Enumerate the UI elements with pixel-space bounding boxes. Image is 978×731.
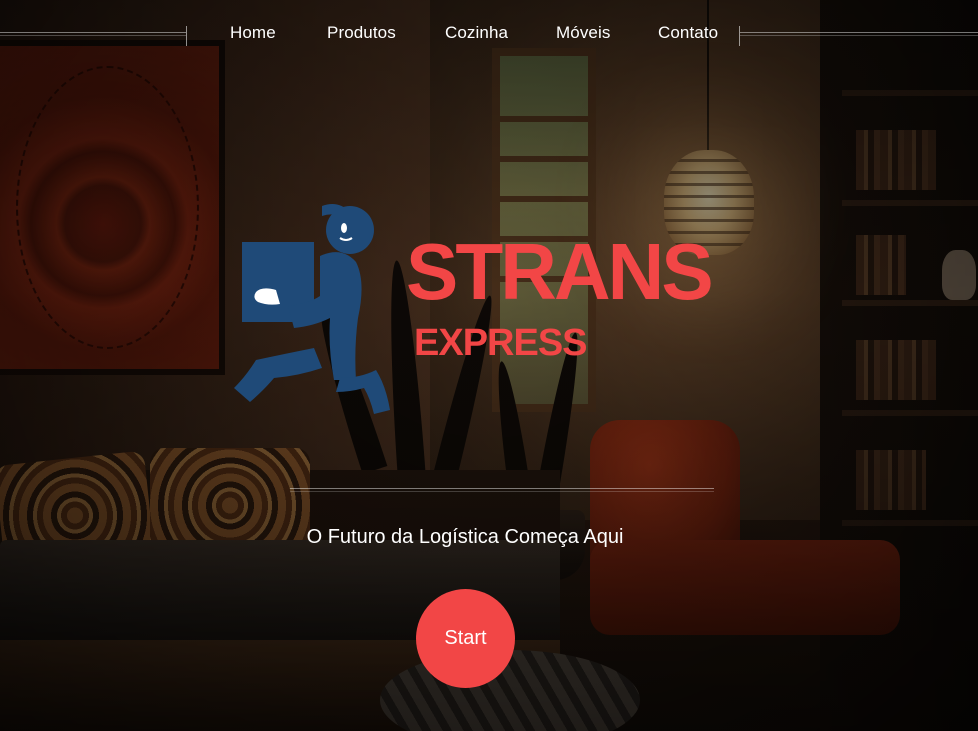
nav-divider-left [0,32,186,36]
nav-divider-tick [186,26,187,46]
nav-divider-tick [739,26,740,46]
nav-item-contato[interactable]: Contato [658,23,718,43]
logo-wordmark-strans: STRANS [406,227,714,316]
strans-express-logo: STRANS EXPRESS [228,198,714,418]
nav-item-produtos[interactable]: Produtos [327,23,396,43]
hero-tagline: O Futuro da Logística Começa Aqui [306,526,624,548]
nav-item-cozinha[interactable]: Cozinha [445,23,508,43]
start-button[interactable]: Start [416,589,515,688]
nav-item-home[interactable]: Home [230,23,276,43]
nav-item-moveis[interactable]: Móveis [556,23,610,43]
delivery-man-with-box-icon [234,204,390,414]
nav-divider-right [740,32,978,36]
main-nav: Home Produtos Cozinha Móveis Contato [0,20,978,46]
hero-divider [290,488,714,492]
logo-wordmark-express: EXPRESS [414,322,588,364]
